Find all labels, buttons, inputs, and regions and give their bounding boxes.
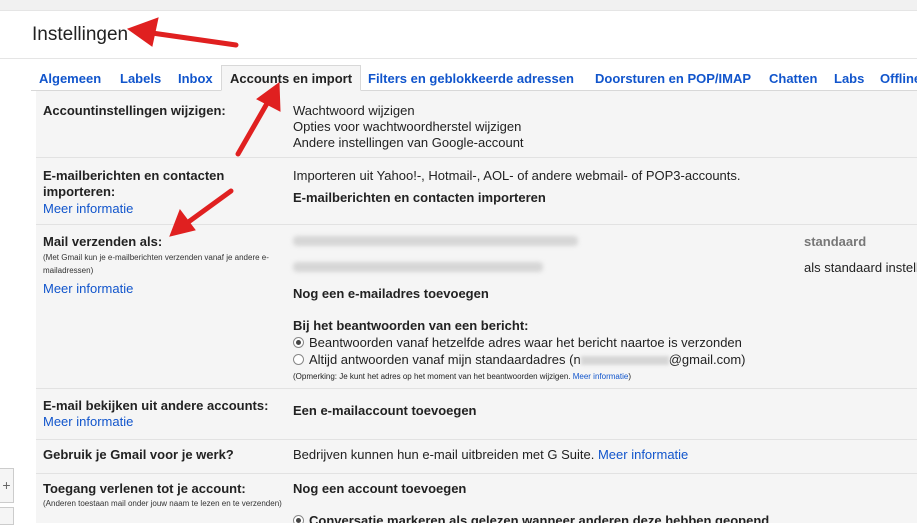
grant-access-label: Toegang verlenen tot je account: [43,481,246,496]
mark-read-radio[interactable] [293,515,304,523]
reply-option-same-address[interactable]: Beantwoorden vanaf hetzelfde adres waar … [293,335,742,351]
change-password-link[interactable]: Wachtwoord wijzigen [293,103,415,119]
add-another-account-link[interactable]: Nog een account toevoegen [293,481,466,497]
import-mail-contacts-link[interactable]: E-mailberichten en contacten importeren [293,190,546,206]
send-as-more-info-link[interactable]: Meer informatie [43,281,133,297]
recovery-options-link[interactable]: Opties voor wachtwoordherstel wijzigen [293,119,521,135]
add-email-address-link[interactable]: Nog een e-mailadres toevoegen [293,286,489,302]
row-account-settings: Accountinstellingen wijzigen: Wachtwoord… [36,91,917,156]
top-bar [0,0,917,11]
google-account-settings-link[interactable]: Andere instellingen van Google-account [293,135,524,151]
mark-read-option[interactable]: Conversatie markeren als gelezen wanneer… [293,513,769,523]
reply-note: (Opmerking: Je kunt het adres op het mom… [293,369,631,385]
reply-option-default-suffix: @gmail.com) [668,352,746,367]
tab-labs[interactable]: Labs [834,66,864,90]
tab-chat[interactable]: Chatten [769,66,817,90]
side-collapse-button[interactable] [0,507,14,525]
redacted-address-2 [293,262,543,272]
tab-inbox[interactable]: Inbox [178,66,213,90]
reply-note-text: (Opmerking: Je kunt het adres op het mom… [293,372,571,381]
reply-default-address-radio[interactable] [293,354,304,365]
row-work: Gebruik je Gmail voor je werk? Bedrijven… [36,439,917,473]
tab-labels[interactable]: Labels [120,66,161,90]
make-default-link[interactable]: als standaard instellen [804,260,917,276]
import-description: Importeren uit Yahoo!-, Hotmail-, AOL- o… [293,168,741,183]
grant-access-sublabel: (Anderen toestaan mail onder jouw naam t… [43,499,282,508]
tab-filters[interactable]: Filters en geblokkeerde adressen [368,66,574,90]
reply-option-same-address-label: Beantwoorden vanaf hetzelfde adres waar … [309,335,742,350]
send-as-label: Mail verzenden als: [43,234,163,249]
import-more-info-link[interactable]: Meer informatie [43,201,133,217]
reply-heading: Bij het beantwoorden van een bericht: [293,318,529,333]
work-description: Bedrijven kunnen hun e-mail uitbreiden m… [293,447,595,462]
row-check-mail: E-mail bekijken uit andere accounts: Mee… [36,388,917,439]
check-mail-more-info-link[interactable]: Meer informatie [43,414,133,430]
reply-option-default-prefix: Altijd antwoorden vanaf mijn standaardad… [309,352,581,367]
row-grant-access: Toegang verlenen tot je account: (Andere… [36,473,917,523]
import-label: E-mailberichten en contacten importeren: [43,168,225,199]
page-title: Instellingen [32,24,129,45]
tab-offline[interactable]: Offline [880,66,917,90]
side-expand-button[interactable]: + [0,468,14,503]
add-mail-account-link[interactable]: Een e-mailaccount toevoegen [293,403,477,419]
row-send-as: Mail verzenden als: (Met Gmail kun je e-… [36,224,917,388]
header-divider [0,58,917,59]
reply-note-more-info-link[interactable]: Meer informatie [573,372,629,381]
account-settings-label: Accountinstellingen wijzigen: [43,103,226,118]
default-address-badge: standaard [804,234,867,249]
tab-general[interactable]: Algemeen [39,66,101,90]
reply-note-close: ) [628,372,631,381]
work-more-info-link[interactable]: Meer informatie [598,447,688,462]
tab-accounts-import[interactable]: Accounts en import [221,65,362,91]
work-description-line: Bedrijven kunnen hun e-mail uitbreiden m… [293,447,688,463]
settings-panel: Accountinstellingen wijzigen: Wachtwoord… [36,91,917,523]
reply-option-default-address[interactable]: Altijd antwoorden vanaf mijn standaardad… [293,352,745,368]
mark-read-label: Conversatie markeren als gelezen wanneer… [309,513,770,523]
work-label: Gebruik je Gmail voor je werk? [43,447,234,462]
reply-same-address-radio[interactable] [293,337,304,348]
left-gutter [0,59,31,523]
send-as-sublabel: (Met Gmail kun je e-mailberichten verzen… [43,253,269,275]
settings-tabs: Algemeen Labels Inbox Accounts en import… [31,65,917,91]
redacted-username [580,356,669,365]
row-import: E-mailberichten en contacten importeren:… [36,157,917,224]
check-mail-label: E-mail bekijken uit andere accounts: [43,398,269,413]
redacted-address-1 [293,236,578,246]
arrow-to-title-icon [126,17,239,48]
tab-forwarding-pop-imap[interactable]: Doorsturen en POP/IMAP [595,66,751,90]
